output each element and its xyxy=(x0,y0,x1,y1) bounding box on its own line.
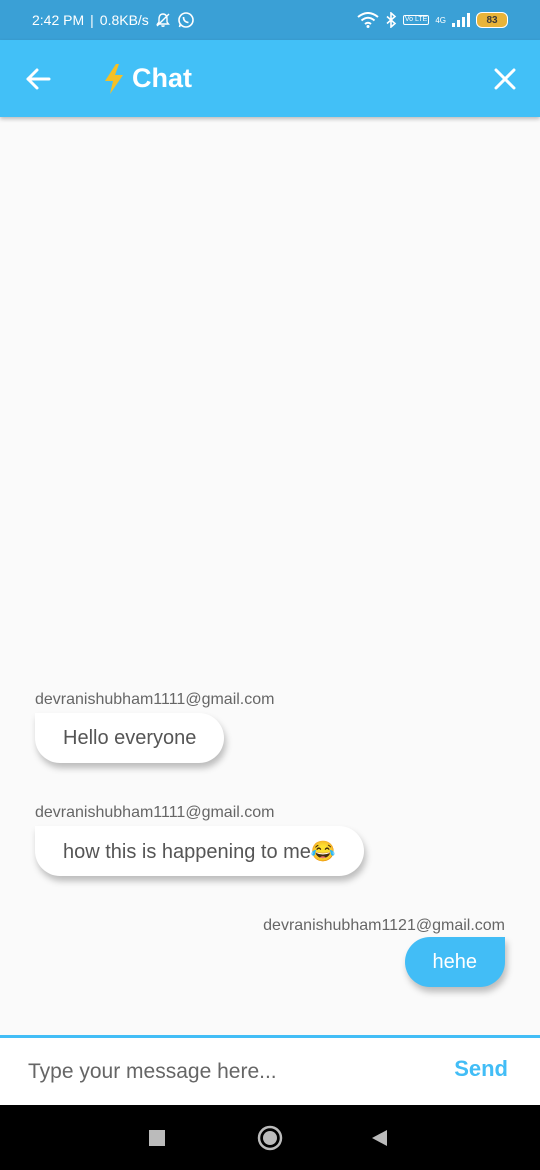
message-list[interactable]: devranishubham1111@gmail.com Hello every… xyxy=(0,117,540,1035)
battery-icon: 83 xyxy=(476,12,508,28)
close-button[interactable] xyxy=(490,64,520,94)
volte-icon: Vo LTE xyxy=(402,15,430,25)
close-icon xyxy=(494,68,516,90)
message-composer: Send xyxy=(0,1038,540,1105)
home-icon xyxy=(257,1125,283,1151)
back-icon xyxy=(372,1130,387,1146)
message-bubble: Hello everyone xyxy=(35,713,225,763)
arrow-left-icon xyxy=(26,68,51,90)
home-button[interactable] xyxy=(257,1125,283,1156)
message-bubble: how this is happening to me😂 xyxy=(35,826,364,876)
lightning-icon xyxy=(105,63,123,94)
navigation-bar xyxy=(0,1105,540,1170)
wifi-icon xyxy=(357,12,379,28)
message-sender: devranishubham1111@gmail.com xyxy=(35,804,275,821)
bluetooth-icon xyxy=(385,12,397,28)
whatsapp-icon xyxy=(177,11,195,29)
page-title: Chat xyxy=(102,40,192,117)
status-bar: 2:42 PM | 0.8KB/s Vo LTE 4G 83 xyxy=(0,0,540,40)
status-net-speed: 0.8KB/s xyxy=(99,12,149,28)
nav-back-button[interactable] xyxy=(370,1129,388,1152)
signal-icon xyxy=(452,13,470,27)
recents-button[interactable] xyxy=(148,1129,166,1152)
message-sender: devranishubham1111@gmail.com xyxy=(35,691,275,708)
status-right: Vo LTE 4G 83 xyxy=(357,0,508,40)
app-bar: Chat xyxy=(0,40,540,117)
message-input[interactable] xyxy=(28,1054,428,1090)
status-time: 2:42 PM xyxy=(32,12,85,28)
network-type: 4G xyxy=(435,15,446,25)
mute-icon xyxy=(155,12,171,28)
recents-icon xyxy=(149,1130,165,1146)
send-button[interactable]: Send xyxy=(454,1056,508,1082)
status-separator: | xyxy=(90,12,94,28)
status-left: 2:42 PM | 0.8KB/s xyxy=(32,0,195,40)
message-bubble-own: hehe xyxy=(404,937,505,987)
message-sender: devranishubham1121@gmail.com xyxy=(263,917,505,934)
title-text: Chat xyxy=(132,63,192,93)
back-button[interactable] xyxy=(24,64,54,94)
